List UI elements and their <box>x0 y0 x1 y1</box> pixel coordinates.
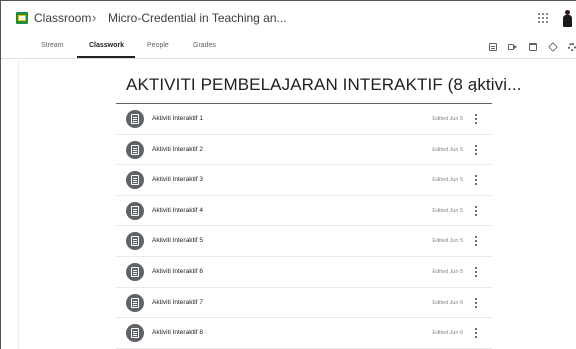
more-options-icon[interactable] <box>475 236 478 247</box>
class-tabs: Stream Classwork People Grades <box>1 37 576 59</box>
item-edited-date: Edited Jun 6 <box>432 330 463 337</box>
more-options-icon[interactable] <box>475 205 478 216</box>
list-item[interactable]: Aktiviti Interaktif 6 Edited Jun 5 <box>116 257 492 288</box>
google-forms-icon[interactable] <box>489 43 497 51</box>
settings-gear-icon[interactable] <box>568 43 576 51</box>
google-apps-icon[interactable] <box>538 13 548 23</box>
item-edited-date: Edited Jun 6 <box>432 299 463 306</box>
item-title: Aktiviti Interaktif 1 <box>152 115 203 122</box>
item-edited-date: Edited Jun 5 <box>432 268 463 275</box>
list-item[interactable]: Aktiviti Interaktif 1 Edited Jun 5 <box>116 104 492 135</box>
topic-title: AKTIVITI PEMBELAJARAN INTERAKTIF (8 akti… <box>126 75 522 94</box>
top-app-bar: Classroom › Micro-Credential in Teaching… <box>1 1 576 37</box>
list-item[interactable]: Aktiviti Interaktif 3 Edited Jun 5 <box>116 165 492 196</box>
content-divider <box>18 61 19 349</box>
tab-classwork[interactable]: Classwork <box>89 42 124 49</box>
item-edited-date: Edited Jun 5 <box>432 177 463 184</box>
item-title: Aktiviti Interaktif 4 <box>152 206 203 214</box>
item-edited-date: Edited Jun 5 <box>432 146 463 153</box>
tab-grades[interactable]: Grades <box>193 42 216 49</box>
item-edited-date: Edited Jun 5 <box>432 207 463 214</box>
assignment-icon <box>126 262 144 281</box>
tab-people[interactable]: People <box>147 42 169 49</box>
assignment-icon <box>126 140 144 159</box>
list-item[interactable]: Aktiviti Interaktif 7 Edited Jun 6 <box>116 288 492 319</box>
assignment-icon <box>126 293 144 312</box>
item-title: Aktiviti Interaktif 2 <box>152 145 203 153</box>
list-item[interactable]: Aktiviti Interaktif 2 Edited Jun 5 <box>116 135 492 166</box>
item-title: Aktiviti Interaktif 5 <box>152 237 203 245</box>
classwork-list: Aktiviti Interaktif 1 Edited Jun 5 Aktiv… <box>116 104 492 349</box>
page-frame: Classroom › Micro-Credential in Teaching… <box>0 0 576 349</box>
more-options-icon[interactable] <box>475 175 478 186</box>
list-item[interactable]: Aktiviti Interaktif 4 Edited Jun 5 <box>116 196 492 227</box>
classroom-logo-icon[interactable] <box>16 12 28 24</box>
assignment-icon <box>126 171 144 190</box>
item-title: Aktiviti Interaktif 6 <box>152 267 203 275</box>
list-item[interactable]: Aktiviti Interaktif 8 Edited Jun 6 <box>116 318 492 349</box>
more-options-icon[interactable] <box>475 297 478 308</box>
more-options-icon[interactable] <box>475 144 478 155</box>
breadcrumb-separator-icon: › <box>92 10 97 25</box>
more-options-icon[interactable] <box>475 266 478 277</box>
more-options-icon[interactable] <box>475 328 478 339</box>
item-edited-date: Edited Jun 5 <box>432 238 463 245</box>
drive-folder-icon[interactable] <box>548 42 558 52</box>
assignment-icon <box>126 110 144 128</box>
more-options-icon[interactable] <box>475 114 478 124</box>
list-item[interactable]: Aktiviti Interaktif 5 Edited Jun 5 <box>116 226 492 257</box>
app-title[interactable]: Classroom <box>34 11 91 25</box>
assignment-icon <box>126 324 144 343</box>
item-title: Aktiviti Interaktif 3 <box>152 176 203 184</box>
meet-video-icon[interactable] <box>508 44 517 50</box>
topic-more-options-icon[interactable] <box>474 81 477 92</box>
tab-stream[interactable]: Stream <box>41 42 64 49</box>
item-title: Aktiviti Interaktif 8 <box>152 329 203 337</box>
assignment-icon <box>126 201 144 220</box>
assignment-icon <box>126 232 144 251</box>
course-title[interactable]: Micro-Credential in Teaching an... <box>108 11 287 25</box>
item-edited-date: Edited Jun 5 <box>432 116 463 122</box>
calendar-icon[interactable] <box>529 43 537 51</box>
item-title: Aktiviti Interaktif 7 <box>152 298 203 306</box>
active-tab-indicator <box>77 56 135 58</box>
avatar[interactable] <box>561 10 573 28</box>
